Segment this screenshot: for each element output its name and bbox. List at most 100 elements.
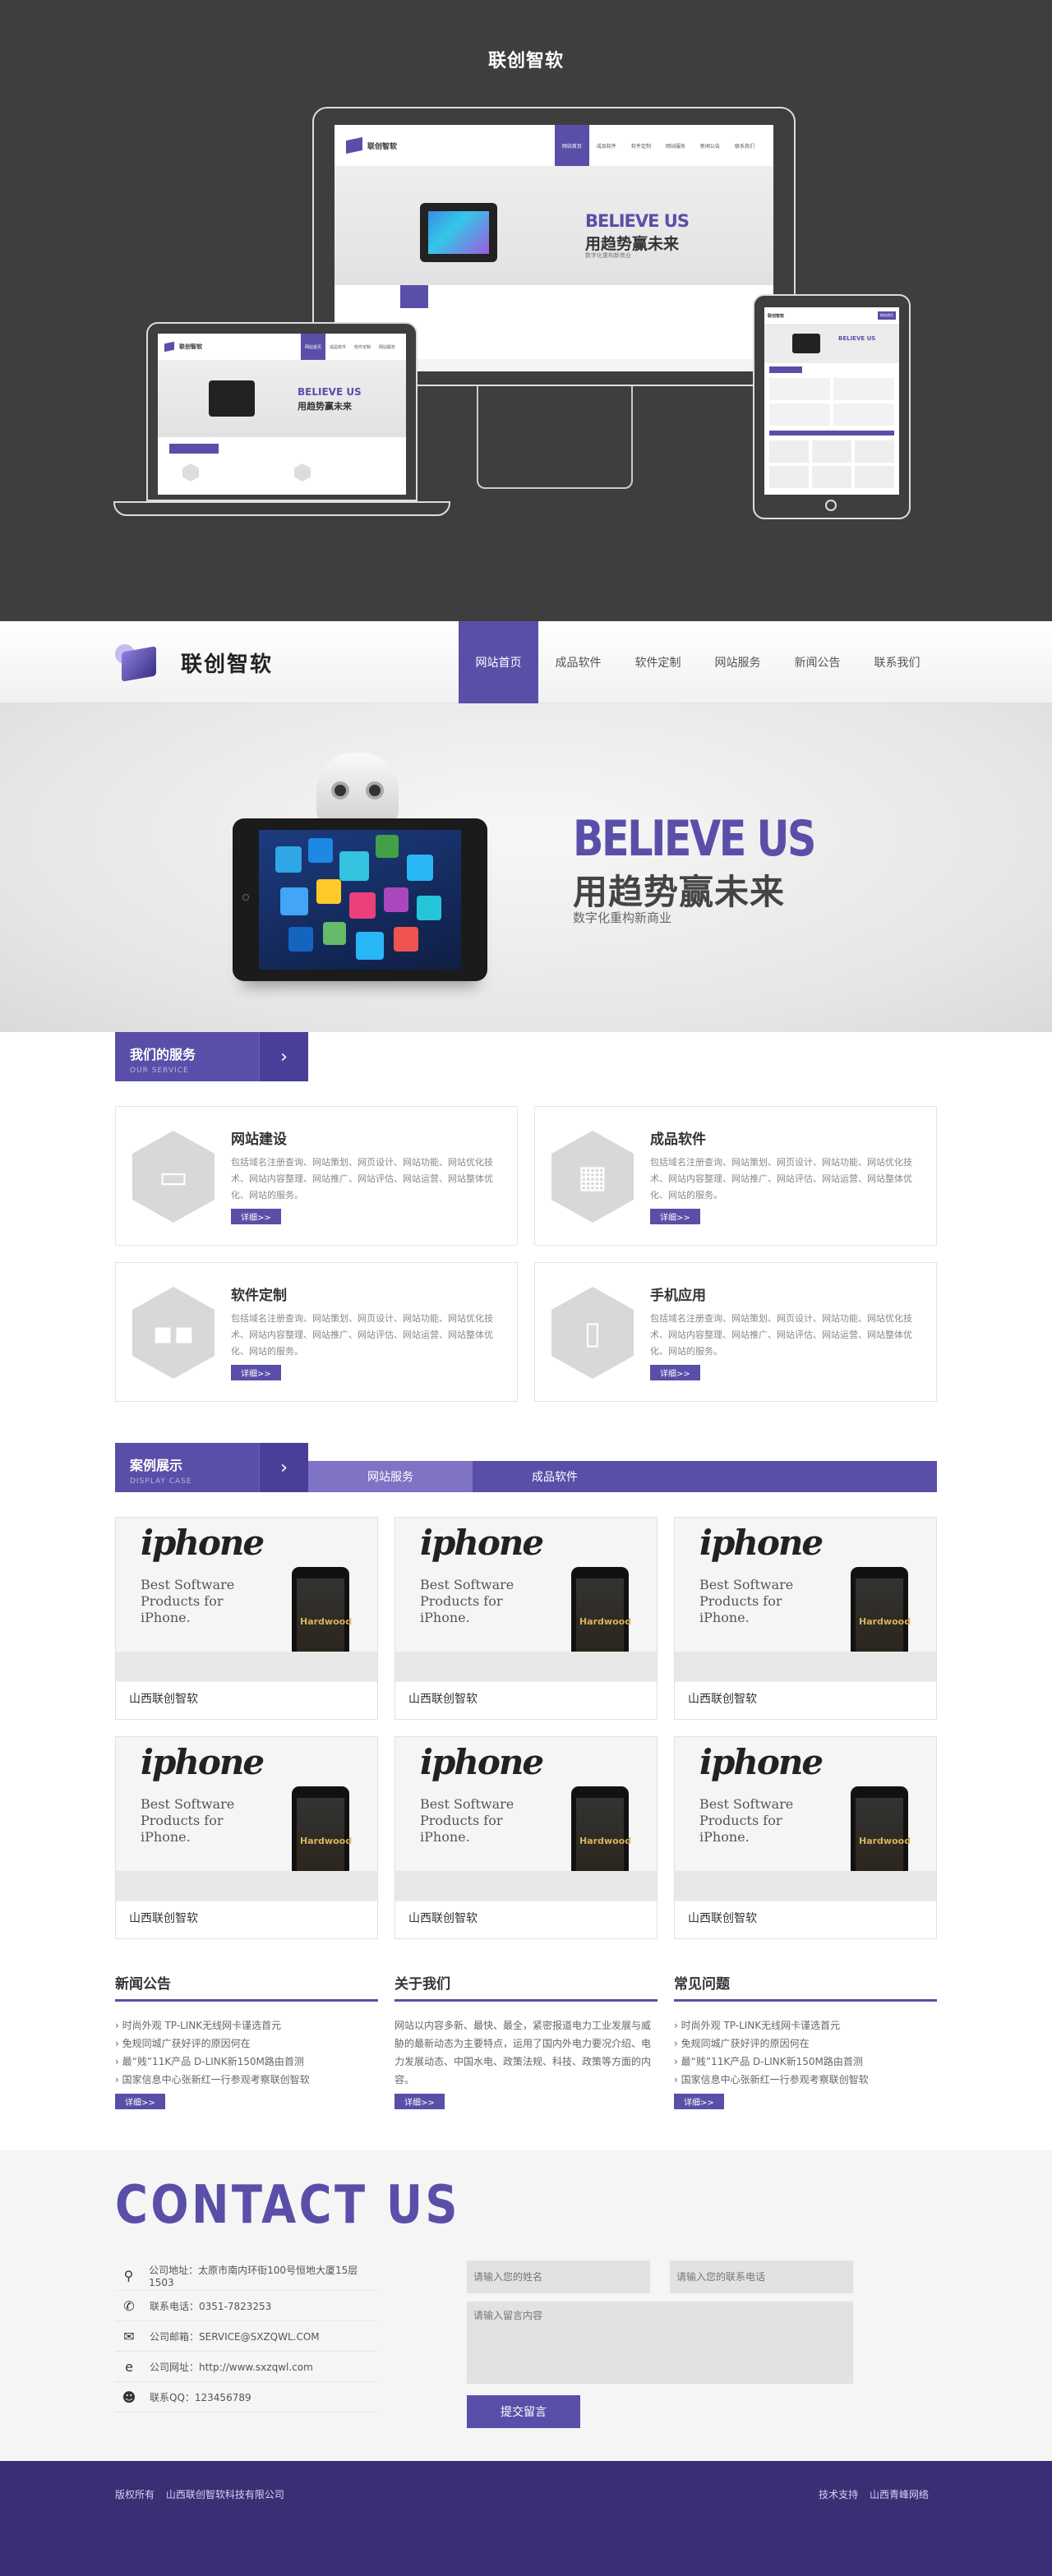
case-caption: 山西联创智软 <box>408 1912 478 1925</box>
service-more-button[interactable]: 详细>> <box>650 1365 700 1380</box>
tablet-tablet-image <box>792 334 820 353</box>
phone-text: Hardwood <box>859 1616 911 1627</box>
service-title: 网站建设 <box>231 1131 287 1148</box>
tab-web-service[interactable]: 网站服务 <box>308 1461 473 1492</box>
monitor-stand <box>477 386 633 489</box>
about-text: 网站以内容多新、最快、最全，紧密报道电力工业发展与威胁的最新动态为主要特点，运用… <box>394 2020 652 2085</box>
news-item[interactable]: 国家信息中心张新红一行参观考察联创智软 <box>115 2071 378 2089</box>
submit-button[interactable]: 提交留言 <box>467 2395 580 2428</box>
tablet-home-button <box>825 500 837 511</box>
grid-icon: ▪▪ <box>132 1287 215 1379</box>
case-card[interactable]: iphone Best Software Products for iPhone.… <box>394 1736 658 1939</box>
phone-input[interactable] <box>670 2260 853 2293</box>
laptop-nav-item: 成品软件 <box>329 344 346 350</box>
hero-banner: BELIEVE US 用趋势赢未来 数字化重构新商业 <box>0 703 1052 1032</box>
service-more-button[interactable]: 详细>> <box>650 1209 700 1224</box>
footer-copyright: 版权所有 <box>115 2488 155 2500</box>
mini-logo-icon <box>346 136 362 154</box>
news-item[interactable]: 免规同城广获好评的原因何在 <box>115 2035 378 2053</box>
nav-item-home[interactable]: 网站首页 <box>459 621 538 703</box>
logo[interactable]: 联创智软 <box>115 639 273 685</box>
mail-icon: ✉ <box>123 2328 135 2344</box>
case-headline: Best Software Products for iPhone. <box>699 1577 794 1625</box>
nav-item-products[interactable]: 成品软件 <box>538 621 618 703</box>
mini-nav-item: 联系我们 <box>734 143 754 150</box>
nav-item-contact[interactable]: 联系我们 <box>857 621 937 703</box>
contact-line: ✆ 联系电话：0351-7823253 <box>115 2291 376 2321</box>
message-textarea[interactable] <box>467 2302 853 2384</box>
services-more-arrow-icon[interactable]: › <box>259 1032 308 1081</box>
contact-qq: 联系QQ：123456789 <box>150 2391 251 2403</box>
service-more-button[interactable]: 详细>> <box>231 1209 281 1224</box>
service-desc: 包括域名注册查询、网站策划、网页设计、网站功能、网站优化技术、网站内容整理、网站… <box>231 1313 493 1357</box>
case-caption: 山西联创智软 <box>688 1693 757 1706</box>
cases-header: 案例展示 DISPLAY CASE › <box>115 1443 308 1492</box>
footer-tech-company[interactable]: 山西青峰网络 <box>870 2489 929 2500</box>
site-header: 联创智软 网站首页 成品软件 软件定制 网站服务 新闻公告 联系我们 <box>0 621 1052 703</box>
services-subtitle: OUR SERVICE <box>130 1067 189 1075</box>
services-section: 我们的服务 OUR SERVICE › ▭ 网站建设 包括域名注册查询、网站策划… <box>0 1032 1052 1435</box>
tab-products[interactable]: 成品软件 <box>473 1461 637 1492</box>
case-brand: iphone <box>141 1523 265 1563</box>
laptop-banner: BELIEVE US 用趋势赢未来 <box>158 360 406 437</box>
case-card[interactable]: iphone Best Software Products for iPhone.… <box>115 1517 378 1720</box>
faq-item[interactable]: 国家信息中心张新红一行参观考察联创智软 <box>674 2071 937 2089</box>
service-card: ▪▪ 软件定制 包括域名注册查询、网站策划、网页设计、网站功能、网站优化技术、网… <box>115 1262 518 1402</box>
faq-item[interactable]: 最“贱”11K产品 D-LINK新150M路由首测 <box>674 2053 937 2071</box>
faq-item[interactable]: 免规同城广获好评的原因何在 <box>674 2035 937 2053</box>
laptop-nav-item: 软件定制 <box>353 344 371 350</box>
laptop-mini-nav: 联创智软 网站首页 成品软件 软件定制 网站服务 <box>158 334 406 360</box>
case-card[interactable]: iphone Best Software Products for iPhone.… <box>115 1736 378 1939</box>
faq-column: 常见问题 时尚外观 TP-LINK无线网卡谨选首元 免规同城广获好评的原因何在 … <box>674 1972 937 2109</box>
news-more-button[interactable]: 详细>> <box>115 2094 165 2109</box>
news-title: 新闻公告 <box>115 1972 378 2002</box>
contact-title: CONTACT US <box>115 2175 461 2236</box>
case-caption: 山西联创智软 <box>129 1693 198 1706</box>
case-thumbnail: iphone Best Software Products for iPhone.… <box>395 1737 657 1901</box>
tablet-app-screen <box>259 830 461 970</box>
tablet-screen: 联创智软 网站首页 BELIEVE US <box>764 307 899 495</box>
news-item[interactable]: 时尚外观 TP-LINK无线网卡谨选首元 <box>115 2016 378 2035</box>
laptop-section-tab <box>169 444 219 454</box>
news-item[interactable]: 最“贱”11K产品 D-LINK新150M路由首测 <box>115 2053 378 2071</box>
name-input[interactable] <box>467 2260 650 2293</box>
service-desc: 包括域名注册查询、网站策划、网页设计、网站功能、网站优化技术、网站内容整理、网站… <box>650 1313 912 1357</box>
faq-item[interactable]: 时尚外观 TP-LINK无线网卡谨选首元 <box>674 2016 937 2035</box>
phone-text: Hardwood <box>579 1616 632 1627</box>
case-card[interactable]: iphone Best Software Products for iPhone.… <box>674 1736 937 1939</box>
message-form: 提交留言 <box>467 2260 853 2428</box>
nav-item-web-service[interactable]: 网站服务 <box>698 621 777 703</box>
cases-more-arrow-icon[interactable]: › <box>259 1443 308 1492</box>
case-thumbnail: iphone Best Software Products for iPhone.… <box>395 1518 657 1682</box>
showcase-section: 联创智软 联创智软 网站首页 成品软件 软件定制 网站服务 新闻公告 联系我们 … <box>0 0 1052 621</box>
laptop-mini-brand: 联创智软 <box>179 343 202 350</box>
mini-banner: BELIEVE US 用趋势赢未来 数字化重构新商业 <box>335 166 773 285</box>
contact-info-list: ⚲ 公司地址：太原市南内环街100号恒地大厦15层1503 ✆ 联系电话：0351-… <box>115 2260 376 2428</box>
about-title: 关于我们 <box>394 1972 658 2002</box>
laptop-base <box>113 501 450 516</box>
tablet-banner: BELIEVE US <box>764 324 899 363</box>
laptop-nav-item: 网站首页 <box>300 334 325 360</box>
nav-item-news[interactable]: 新闻公告 <box>777 621 857 703</box>
site-footer: 版权所有 山西联创智软科技有限公司 技术支持 山西青峰网络 <box>0 2461 1052 2576</box>
faq-more-button[interactable]: 详细>> <box>674 2094 724 2109</box>
laptop-nav-item: 网站服务 <box>378 344 395 350</box>
nav-item-custom[interactable]: 软件定制 <box>618 621 698 703</box>
laptop-logo-icon <box>164 341 174 353</box>
laptop-hex-icon <box>294 463 311 482</box>
service-desc: 包括域名注册查询、网站策划、网页设计、网站功能、网站优化技术、网站内容整理、网站… <box>650 1157 912 1200</box>
tablet-camera <box>242 894 249 901</box>
case-thumbnail: iphone Best Software Products for iPhone.… <box>675 1518 936 1682</box>
case-card[interactable]: iphone Best Software Products for iPhone.… <box>674 1517 937 1720</box>
about-more-button[interactable]: 详细>> <box>394 2094 445 2109</box>
service-card: ▦ 成品软件 包括域名注册查询、网站策划、网页设计、网站功能、网站优化技术、网站… <box>534 1106 937 1246</box>
case-card[interactable]: iphone Best Software Products for iPhone.… <box>394 1517 658 1720</box>
mini-nav-item: 网站首页 <box>554 125 589 166</box>
layout-icon: ▦ <box>551 1131 634 1223</box>
tablet-mockup: 联创智软 网站首页 BELIEVE US <box>753 294 911 519</box>
laptop-headline: BELIEVE US <box>298 386 362 398</box>
service-more-button[interactable]: 详细>> <box>231 1365 281 1380</box>
cases-subtitle: DISPLAY CASE <box>130 1477 192 1486</box>
tablet-image <box>233 818 487 981</box>
case-caption: 山西联创智软 <box>408 1693 478 1706</box>
